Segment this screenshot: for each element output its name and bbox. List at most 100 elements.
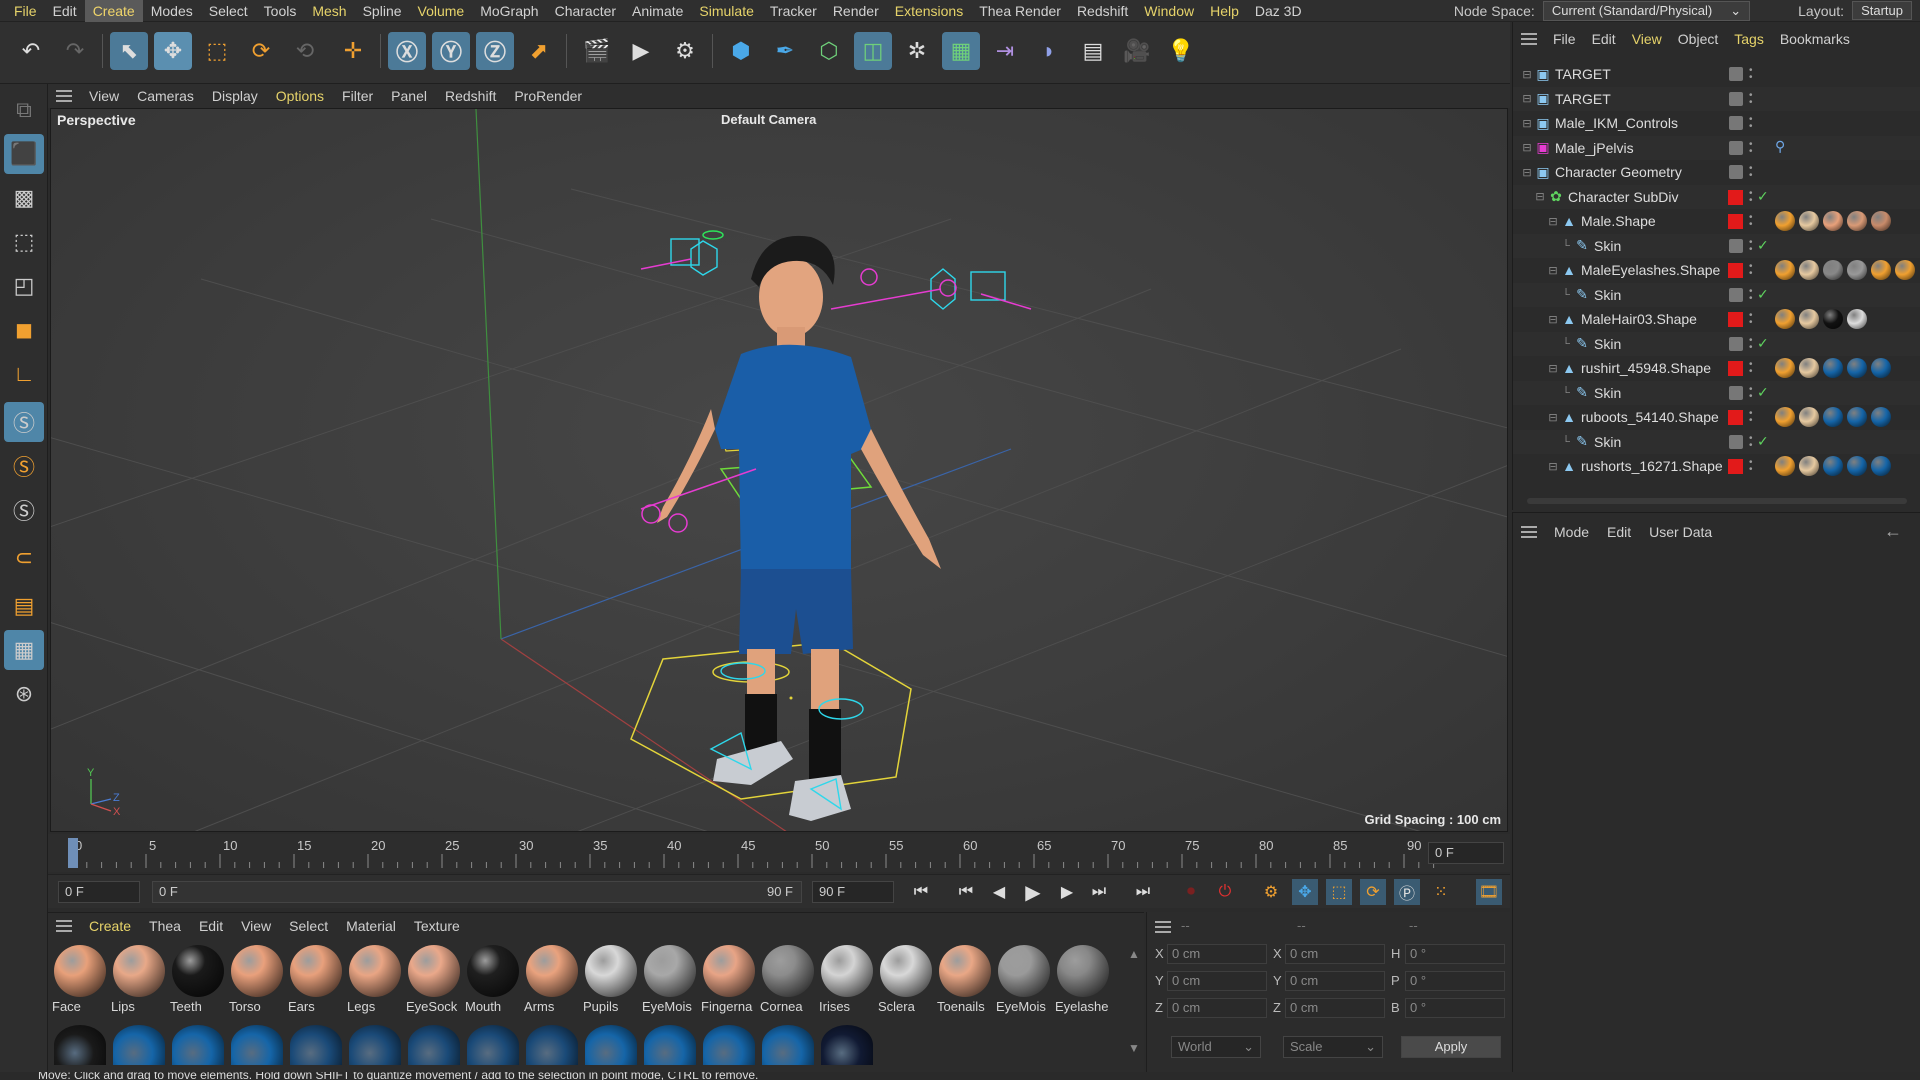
object-name[interactable]: Male_jPelvis xyxy=(1555,140,1634,156)
tree-toggle-icon[interactable]: ⊟ xyxy=(1519,140,1535,156)
material-preview-row2[interactable] xyxy=(526,1025,578,1065)
back-arrow-icon[interactable]: ← xyxy=(1884,521,1902,542)
coord-rot-field[interactable]: 0 ° xyxy=(1405,971,1505,991)
object-name[interactable]: Character SubDiv xyxy=(1568,189,1679,205)
visibility-icon[interactable] xyxy=(1729,165,1743,179)
tree-toggle-icon[interactable]: └ xyxy=(1558,238,1574,254)
render-settings-icon[interactable]: ⚙ xyxy=(666,32,704,70)
visibility-icon[interactable] xyxy=(1729,140,1743,155)
object-menu-view[interactable]: View xyxy=(1624,31,1670,47)
menu-extensions[interactable]: Extensions xyxy=(887,0,971,22)
coord-size-field[interactable]: 0 cm xyxy=(1285,944,1385,964)
render-view-icon[interactable]: ▶ xyxy=(622,32,660,70)
material-tag-icon[interactable] xyxy=(1799,358,1819,378)
layer-color-swatch[interactable] xyxy=(1728,361,1743,376)
viewport-menu-redshift[interactable]: Redshift xyxy=(436,88,505,104)
edges-mode-icon[interactable]: ◰ xyxy=(4,266,44,306)
material-preview-row2[interactable] xyxy=(54,1025,106,1065)
coord-rot-field[interactable]: 0 ° xyxy=(1405,944,1505,964)
material-preview-row2[interactable] xyxy=(762,1025,814,1065)
coord-pos-field[interactable]: 0 cm xyxy=(1167,944,1267,964)
playhead[interactable] xyxy=(68,838,78,868)
menu-simulate[interactable]: Simulate xyxy=(691,0,761,22)
tree-toggle-icon[interactable]: ⊟ xyxy=(1532,189,1548,205)
material-tag-icon[interactable] xyxy=(1871,211,1891,231)
node-space-select[interactable]: Current (Standard/Physical) ⌄ xyxy=(1542,0,1751,21)
visibility-icon[interactable] xyxy=(1729,385,1743,400)
material-arms[interactable]: Arms xyxy=(524,945,580,1019)
menu-mesh[interactable]: Mesh xyxy=(304,0,354,22)
object-menu-icon[interactable] xyxy=(1521,33,1537,45)
material-face[interactable]: Face xyxy=(52,945,108,1019)
timeline-ruler[interactable]: 0 5 10 15 20 25 30 35 40 45 50 55 60 65 70 75 80 85 90 0 F xyxy=(48,834,1510,872)
model-mode-icon[interactable]: ⬛ xyxy=(4,134,44,174)
enabled-check-icon[interactable]: ✓ xyxy=(1757,335,1769,352)
magnet-icon[interactable]: ⊂ xyxy=(4,538,44,578)
enabled-check-icon[interactable]: ✓ xyxy=(1757,188,1769,205)
start-frame-field[interactable]: 0 F xyxy=(58,881,140,903)
layer-color-swatch[interactable] xyxy=(1728,214,1743,229)
tree-toggle-icon[interactable]: ⊟ xyxy=(1545,409,1561,425)
enabled-check-icon[interactable]: ✓ xyxy=(1757,237,1769,254)
material-tag-icon[interactable] xyxy=(1847,260,1867,280)
visibility-icon[interactable] xyxy=(1729,434,1743,449)
material-tag-icon[interactable] xyxy=(1823,260,1843,280)
xpresso-tag-icon[interactable]: ⚲ xyxy=(1775,138,1795,158)
object-name[interactable]: Skin xyxy=(1594,238,1621,254)
coord-scale-select[interactable]: Scale ⌄ xyxy=(1283,1036,1383,1058)
tree-toggle-icon[interactable]: ⊟ xyxy=(1545,262,1561,278)
material-scroll-down-icon[interactable]: ▼ xyxy=(1128,1041,1140,1055)
object-name[interactable]: MaleHair03.Shape xyxy=(1581,311,1697,327)
menu-character[interactable]: Character xyxy=(547,0,624,22)
material-tag-icon[interactable] xyxy=(1823,211,1843,231)
object-name[interactable]: MaleEyelashes.Shape xyxy=(1581,262,1720,278)
object-row[interactable]: └ ✎ Skin • • ✓ xyxy=(1513,233,1920,258)
object-name[interactable]: TARGET xyxy=(1555,91,1611,107)
menu-edit[interactable]: Edit xyxy=(45,0,85,22)
object-row[interactable]: └ ✎ Skin • • ✓ xyxy=(1513,380,1920,405)
x-axis-lock-icon[interactable]: Ⓧ xyxy=(388,32,426,70)
look-at-control[interactable] xyxy=(702,230,724,240)
previous-frame-icon[interactable]: ◀ xyxy=(986,879,1012,905)
material-eyelashe[interactable]: Eyelashe xyxy=(1055,945,1111,1019)
material-cornea[interactable]: Cornea xyxy=(760,945,816,1019)
mograph-icon[interactable]: ✲ xyxy=(898,32,936,70)
material-tag-icon[interactable] xyxy=(1823,456,1843,476)
material-pupils[interactable]: Pupils xyxy=(583,945,639,1019)
attribute-menu-mode[interactable]: Mode xyxy=(1545,524,1598,540)
object-name[interactable]: Skin xyxy=(1594,385,1621,401)
material-tag-icon[interactable] xyxy=(1871,456,1891,476)
previous-key-icon[interactable]: ⏮ xyxy=(953,879,979,905)
editor-render-dots-icon[interactable]: • • xyxy=(1749,139,1755,156)
editor-render-dots-icon[interactable]: • • xyxy=(1749,164,1755,181)
camera-label[interactable]: Default Camera xyxy=(721,112,816,127)
next-frame-icon[interactable]: ▶ xyxy=(1054,879,1080,905)
material-tag-icon[interactable] xyxy=(1847,211,1867,231)
coordinate-move-icon[interactable]: ✛ xyxy=(334,32,372,70)
material-toenails[interactable]: Toenails xyxy=(937,945,993,1019)
visibility-icon[interactable] xyxy=(1729,287,1743,302)
field-icon[interactable]: ◗ xyxy=(1030,32,1068,70)
material-teeth[interactable]: Teeth xyxy=(170,945,226,1019)
material-eyemois[interactable]: EyeMois xyxy=(996,945,1052,1019)
material-mouth[interactable]: Mouth xyxy=(465,945,521,1019)
workplane-snap-icon[interactable]: Ⓢ xyxy=(4,490,44,530)
locked-workplane-icon[interactable]: ▦ xyxy=(4,630,44,670)
material-preview-row2[interactable] xyxy=(703,1025,755,1065)
material-fingerna[interactable]: Fingerna xyxy=(701,945,757,1019)
polygons-mode-icon[interactable]: ◼ xyxy=(4,310,44,350)
object-menu-edit[interactable]: Edit xyxy=(1584,31,1624,47)
material-tag-icon[interactable] xyxy=(1823,358,1843,378)
layer-color-swatch[interactable] xyxy=(1728,410,1743,425)
editor-render-dots-icon[interactable]: • • xyxy=(1749,90,1755,107)
material-preview-row2[interactable] xyxy=(408,1025,460,1065)
material-tag-icon[interactable] xyxy=(1775,211,1795,231)
material-tag-icon[interactable] xyxy=(1895,260,1915,280)
viewport-menu-cameras[interactable]: Cameras xyxy=(128,88,203,104)
scale-tool-icon[interactable]: ⬚ xyxy=(198,32,236,70)
current-frame-field[interactable]: 0 F xyxy=(1428,842,1504,864)
object-row[interactable]: └ ✎ Skin • • ✓ xyxy=(1513,331,1920,356)
layer-color-swatch[interactable] xyxy=(1728,189,1743,205)
make-editable-icon[interactable]: ⧉ xyxy=(4,90,44,130)
visibility-icon[interactable] xyxy=(1729,91,1743,106)
